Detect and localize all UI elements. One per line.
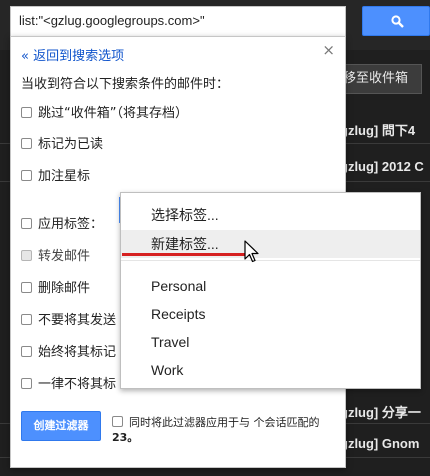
apply-to-matching-option[interactable]: 同时将此过滤器应用于与 个会话匹配的 23。 bbox=[112, 415, 342, 445]
option-label: 一律不将其标 bbox=[38, 377, 117, 392]
checkbox[interactable] bbox=[21, 250, 32, 261]
option-label: 转发邮件 bbox=[38, 249, 91, 264]
checkbox[interactable] bbox=[21, 107, 32, 118]
option-never-send-to-spam[interactable]: 不要将其发送 bbox=[21, 309, 117, 328]
option-skip-inbox[interactable]: 跳过“收件箱”（将其存档） bbox=[21, 102, 188, 121]
option-never-mark-important[interactable]: 一律不将其标 bbox=[21, 373, 117, 392]
checkbox[interactable] bbox=[21, 346, 32, 357]
matching-conversation-count: 23。 bbox=[112, 431, 139, 444]
menu-item-label-work[interactable]: Work bbox=[121, 356, 420, 384]
checkbox[interactable] bbox=[112, 416, 123, 427]
close-icon[interactable]: × bbox=[322, 41, 335, 59]
option-label: 标记为已读 bbox=[38, 137, 104, 152]
option-always-mark-important[interactable]: 始终将其标记 bbox=[21, 341, 117, 360]
highlight-underline bbox=[122, 253, 252, 256]
menu-item-label-personal[interactable]: Personal bbox=[121, 272, 420, 300]
option-label: 删除邮件 bbox=[38, 281, 91, 296]
filter-actions-heading: 当收到符合以下搜索条件的邮件时： bbox=[21, 77, 230, 92]
mouse-cursor-icon bbox=[244, 240, 259, 263]
back-to-search-options-link[interactable]: « 返回到搜索选项 bbox=[21, 45, 124, 64]
apply-to-matching-label: 同时将此过滤器应用于与 个会话匹配的 bbox=[129, 416, 320, 429]
search-input[interactable]: list:"<gzlug.googlegroups.com>" bbox=[10, 6, 346, 36]
message-subject: gzlug] 2012 C bbox=[340, 159, 424, 174]
menu-divider bbox=[121, 260, 420, 261]
option-label: 始终将其标记 bbox=[38, 345, 117, 360]
menu-item-label-receipts[interactable]: Receipts bbox=[121, 300, 420, 328]
checkbox[interactable] bbox=[21, 138, 32, 149]
option-label: 加注星标 bbox=[38, 169, 91, 184]
message-subject: gzlug] 分享一 bbox=[340, 405, 421, 420]
option-apply-label[interactable]: 应用标签： bbox=[21, 213, 104, 232]
menu-item-choose-label[interactable]: 选择标签... bbox=[121, 201, 420, 229]
option-mark-as-read[interactable]: 标记为已读 bbox=[21, 133, 104, 152]
search-button[interactable] bbox=[362, 6, 430, 36]
create-filter-button[interactable]: 创建过滤器 bbox=[21, 411, 101, 441]
message-subject: gzlug] 問下4 bbox=[340, 123, 416, 138]
checkbox[interactable] bbox=[21, 378, 32, 389]
checkbox[interactable] bbox=[21, 218, 32, 229]
option-label: 不要将其发送 bbox=[38, 313, 117, 328]
message-subject: gzlug] Gnom bbox=[340, 436, 420, 451]
checkbox[interactable] bbox=[21, 314, 32, 325]
label-dropdown-menu: 选择标签... 新建标签... Personal Receipts Travel… bbox=[120, 192, 421, 389]
search-icon bbox=[391, 15, 404, 28]
option-forward[interactable]: 转发邮件 bbox=[21, 245, 91, 264]
menu-item-label-travel[interactable]: Travel bbox=[121, 328, 420, 356]
option-delete[interactable]: 删除邮件 bbox=[21, 277, 91, 296]
checkbox[interactable] bbox=[21, 170, 32, 181]
option-star-it[interactable]: 加注星标 bbox=[21, 165, 91, 184]
option-label: 跳过“收件箱”（将其存档） bbox=[38, 106, 188, 121]
option-label: 应用标签： bbox=[38, 217, 104, 232]
checkbox[interactable] bbox=[21, 282, 32, 293]
